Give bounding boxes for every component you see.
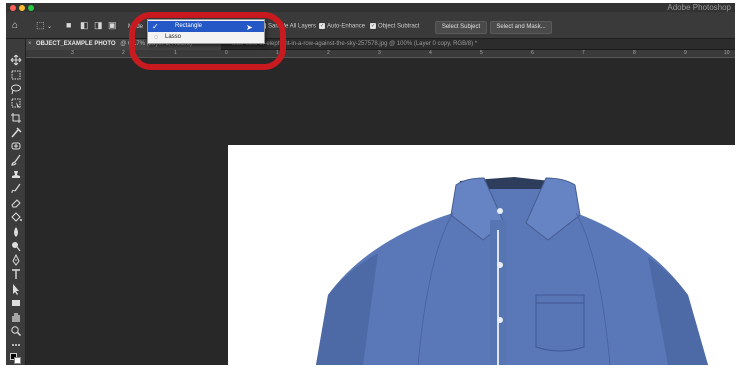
ruler-label: 10 — [724, 50, 730, 56]
ruler-label: 4 — [429, 50, 432, 56]
eyedropper-tool-icon[interactable] — [9, 126, 23, 138]
marquee-tool-icon[interactable] — [9, 69, 23, 81]
ruler-label: 7 — [582, 50, 585, 56]
eraser-tool-icon[interactable] — [9, 197, 23, 209]
document-canvas[interactable] — [228, 145, 735, 365]
brush-tool-icon[interactable] — [9, 154, 23, 166]
object-subtract-checkbox[interactable]: ✓ Object Subtract — [370, 23, 419, 30]
lasso-icon: ◌ — [154, 34, 159, 41]
subtract-from-selection-icon[interactable]: ◨ — [94, 21, 103, 30]
title-bar: Adobe Photoshop — [6, 3, 735, 12]
tools-panel — [6, 39, 26, 365]
background-color-swatch[interactable] — [14, 357, 21, 364]
close-window-icon[interactable] — [10, 5, 16, 11]
blur-tool-icon[interactable] — [9, 226, 23, 238]
object-selection-tool-icon[interactable]: ⬚ — [36, 21, 45, 30]
minimize-window-icon[interactable] — [19, 5, 25, 11]
chevron-down-icon[interactable]: ⌄ — [47, 23, 52, 32]
path-selection-tool-icon[interactable] — [9, 283, 23, 295]
new-selection-icon[interactable]: ■ — [66, 21, 71, 30]
ruler-label: 2 — [327, 50, 330, 56]
dodge-tool-icon[interactable] — [9, 240, 23, 252]
healing-brush-tool-icon[interactable] — [9, 140, 23, 152]
ruler-label: 9 — [684, 50, 687, 56]
ruler-label: 3 — [71, 50, 74, 56]
home-icon[interactable]: ⌂ — [12, 21, 18, 31]
hand-tool-icon[interactable] — [9, 311, 23, 323]
ruler-label: 3 — [378, 50, 381, 56]
photoshop-window: Adobe Photoshop ⌂ ⬚ ⌄ ■ ◧ ◨ ▣ Mode ✓Samp… — [6, 3, 735, 365]
zoom-tool-icon[interactable] — [9, 325, 23, 337]
close-icon[interactable]: × — [28, 39, 32, 50]
object-selection-tool-icon[interactable] — [9, 97, 23, 109]
checkmark-icon: ✓ — [370, 23, 376, 29]
crop-tool-icon[interactable] — [9, 112, 23, 124]
mode-option-rectangle[interactable]: ✓ Rectangle ➤ — [148, 21, 264, 32]
ruler-label: 5 — [480, 50, 483, 56]
ruler-label: 2 — [122, 50, 125, 56]
more-tools-icon[interactable] — [9, 339, 23, 351]
select-and-mask-button[interactable]: Select and Mask... — [490, 21, 552, 34]
zoom-window-icon[interactable] — [28, 5, 34, 11]
tab-elephant-photo[interactable]: blue-view-of-elephant-in-a-row-against-t… — [226, 39, 735, 50]
type-tool-icon[interactable] — [9, 268, 23, 280]
add-to-selection-icon[interactable]: ◧ — [80, 21, 89, 30]
canvas-area[interactable] — [27, 59, 735, 365]
mode-option-lasso[interactable]: ◌ Lasso — [148, 32, 264, 43]
mode-dropdown-menu[interactable]: ✓ Rectangle ➤ ◌ Lasso — [147, 19, 265, 44]
lasso-tool-icon[interactable] — [9, 83, 23, 95]
app-title: Adobe Photoshop — [667, 3, 731, 12]
intersect-selection-icon[interactable]: ▣ — [108, 21, 117, 30]
pen-tool-icon[interactable] — [9, 254, 23, 266]
ruler-label: 6 — [531, 50, 534, 56]
select-subject-button[interactable]: Select Subject — [435, 21, 487, 34]
auto-enhance-checkbox[interactable]: ✓ Auto-Enhance — [319, 23, 365, 30]
move-tool-icon[interactable] — [9, 54, 23, 66]
checkmark-icon: ✓ — [319, 23, 325, 29]
rectangle-tool-icon[interactable] — [9, 297, 23, 309]
clone-stamp-tool-icon[interactable] — [9, 169, 23, 181]
checkmark-icon: ✓ — [152, 22, 159, 31]
history-brush-tool-icon[interactable] — [9, 183, 23, 195]
shirt-image — [316, 177, 708, 365]
ruler-label: 8 — [633, 50, 636, 56]
paint-bucket-tool-icon[interactable] — [9, 211, 23, 223]
options-bar: ⌂ ⬚ ⌄ ■ ◧ ◨ ▣ Mode ✓Sample All Layers ✓A… — [6, 12, 735, 39]
